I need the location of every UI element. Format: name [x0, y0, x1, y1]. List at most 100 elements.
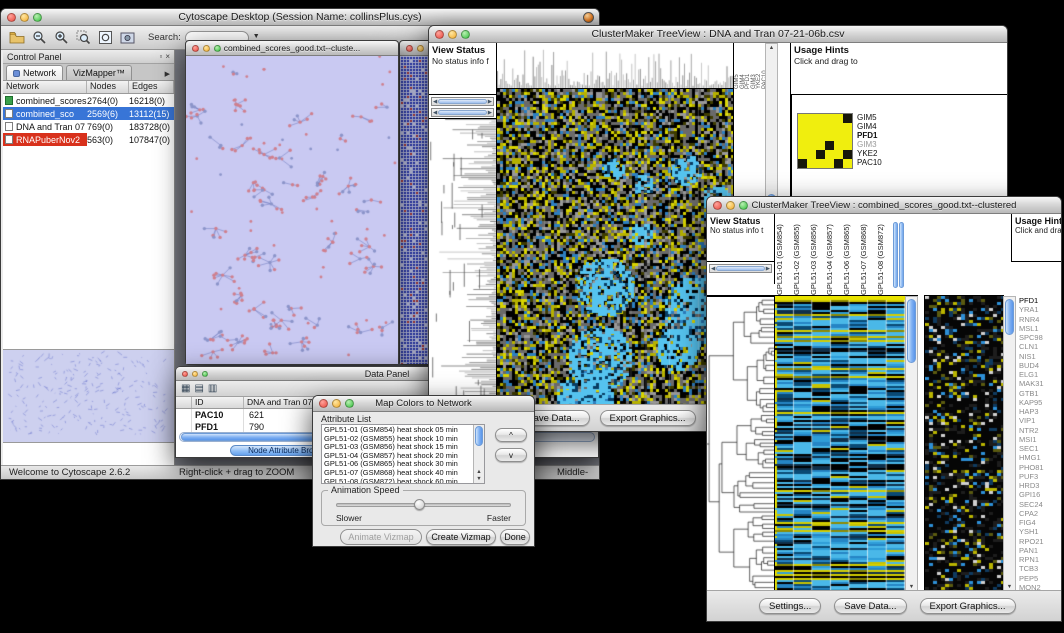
close-button[interactable]: [192, 45, 199, 52]
matrix-cell[interactable]: [825, 132, 834, 141]
gene-label[interactable]: MAK31: [1019, 379, 1061, 388]
treeview-button[interactable]: Export Graphics...: [920, 598, 1016, 614]
gene-label[interactable]: YRA1: [1019, 305, 1061, 314]
treeview-button[interactable]: Export Graphics...: [600, 410, 696, 426]
gene-label[interactable]: KAP95: [1019, 398, 1061, 407]
speed-slider-thumb[interactable]: [414, 499, 425, 510]
gene-label[interactable]: CPA2: [1019, 509, 1061, 518]
gene-label[interactable]: TCB3: [1019, 564, 1061, 573]
matrix-cell[interactable]: [807, 141, 816, 150]
column-label[interactable]: PFD1: [745, 45, 751, 89]
move-down-button[interactable]: v: [495, 448, 527, 462]
slider-thumb[interactable]: [438, 99, 487, 104]
header-edges[interactable]: Edges: [129, 81, 174, 93]
animate-vizmap-button[interactable]: Animate Vizmap: [340, 529, 422, 545]
network-frame-titlebar[interactable]: combined_scores_good.txt--cluste...: [186, 41, 398, 56]
network-row[interactable]: combined_sco 2569(6) 13112(15): [3, 107, 174, 120]
column-label[interactable]: GPL51-07 (GSM868): [859, 214, 876, 295]
cytoscape-titlebar[interactable]: Cytoscape Desktop (Session Name: collins…: [1, 9, 599, 26]
minimize-button[interactable]: [332, 399, 341, 408]
row-dendrogram-canvas[interactable]: [707, 296, 775, 592]
gene-label[interactable]: MSL1: [1019, 324, 1061, 333]
gene-label[interactable]: GIM5: [857, 113, 882, 122]
attribute-item[interactable]: GPL51-04 (GSM857) heat shock 20 min: [324, 452, 472, 461]
matrix-cell[interactable]: [816, 159, 825, 168]
column-label[interactable]: GPL51-01 (GSM854): [775, 214, 792, 295]
scroll-thumb[interactable]: [475, 426, 483, 446]
minimize-button[interactable]: [20, 13, 29, 22]
matrix-cell[interactable]: [807, 159, 816, 168]
left-arrow-icon[interactable]: ◀: [433, 99, 437, 105]
gene-label[interactable]: SEC1: [1019, 444, 1061, 453]
attribute-item[interactable]: GPL51-06 (GSM865) heat shock 30 min: [324, 460, 472, 469]
zoom-fit-icon[interactable]: [96, 29, 114, 47]
left-arrow-icon[interactable]: ◀: [711, 266, 715, 272]
gene-label[interactable]: NIS1: [1019, 352, 1061, 361]
network-row[interactable]: combined_scores 2764(0) 16218(0): [3, 94, 174, 107]
scroll-up-icon[interactable]: ▲: [766, 45, 777, 51]
matrix-cell[interactable]: [843, 141, 852, 150]
matrix-cell[interactable]: [816, 114, 825, 123]
zoom-window-button[interactable]: [461, 30, 470, 39]
matrix-cell[interactable]: [834, 114, 843, 123]
left-arrow-icon[interactable]: ◀: [433, 110, 437, 116]
create-vizmap-button[interactable]: Create Vizmap: [426, 529, 496, 545]
slider-thumb[interactable]: [438, 110, 487, 115]
minimize-button[interactable]: [417, 45, 424, 52]
network-canvas[interactable]: [186, 56, 398, 364]
matrix-cell[interactable]: [816, 141, 825, 150]
right-arrow-icon[interactable]: ▶: [766, 266, 770, 272]
gene-label[interactable]: RPO21: [1019, 537, 1061, 546]
zoom-window-button[interactable]: [33, 13, 42, 22]
treeview-button[interactable]: Settings...: [759, 598, 821, 614]
matrix-cell[interactable]: [825, 141, 834, 150]
scroll-down-icon[interactable]: ▼: [474, 476, 484, 482]
heatmap-vscrollbar[interactable]: ▼: [905, 296, 918, 592]
column-label[interactable]: GPL51-03 (GSM856): [809, 214, 826, 295]
matrix-cell[interactable]: [798, 114, 807, 123]
y-zoom-slider[interactable]: ◀ ▶: [431, 108, 494, 117]
matrix-cell[interactable]: [798, 150, 807, 159]
gene-label[interactable]: GTB1: [1019, 389, 1061, 398]
matrix-cell[interactable]: [834, 150, 843, 159]
right-arrow-icon[interactable]: ▶: [488, 110, 492, 116]
gene-label[interactable]: HAP3: [1019, 407, 1061, 416]
matrix-cell[interactable]: [798, 123, 807, 132]
gene-label[interactable]: PHO81: [1019, 463, 1061, 472]
close-panel-icon[interactable]: ×: [165, 52, 170, 61]
minimize-button[interactable]: [192, 371, 198, 377]
zoom-in-icon[interactable]: [52, 29, 70, 47]
list-scrollbar[interactable]: ▲ ▼: [473, 425, 484, 483]
label-zoom-thumb[interactable]: [899, 222, 904, 288]
matrix-cell[interactable]: [834, 123, 843, 132]
matrix-cell[interactable]: [834, 132, 843, 141]
close-button[interactable]: [406, 45, 413, 52]
gene-label[interactable]: GIM4: [857, 122, 882, 131]
attribute-item[interactable]: GPL51-08 (GSM872) heat shock 60 min: [324, 478, 472, 483]
overview-canvas[interactable]: [3, 350, 173, 442]
matrix-cell[interactable]: [807, 150, 816, 159]
gene-label[interactable]: FIG4: [1019, 518, 1061, 527]
minimize-button[interactable]: [203, 45, 210, 52]
gene-label[interactable]: PFD1: [857, 131, 882, 140]
matrix-cell[interactable]: [816, 123, 825, 132]
minimize-button[interactable]: [448, 30, 457, 39]
zoom-window-button[interactable]: [739, 201, 748, 210]
gene-label[interactable]: RNR4: [1019, 315, 1061, 324]
matrix-cell[interactable]: [825, 159, 834, 168]
gene-label[interactable]: GPI16: [1019, 490, 1061, 499]
column-label[interactable]: GIM5: [734, 45, 740, 89]
heatmap-canvas[interactable]: [497, 89, 733, 406]
close-button[interactable]: [182, 371, 188, 377]
slider-thumb[interactable]: [716, 266, 765, 271]
tab-vizmapper[interactable]: VizMapper™: [66, 65, 132, 80]
matrix-cell[interactable]: [843, 123, 852, 132]
gene-label[interactable]: SPC98: [1019, 333, 1061, 342]
scroll-thumb[interactable]: [1005, 299, 1014, 335]
snapshot-icon[interactable]: [118, 29, 136, 47]
heatmap-canvas[interactable]: [775, 296, 905, 592]
zoom-out-icon[interactable]: [30, 29, 48, 47]
zoom-window-button[interactable]: [202, 371, 208, 377]
column-label[interactable]: GPL51-02 (GSM855): [792, 214, 809, 295]
matrix-cell[interactable]: [798, 141, 807, 150]
